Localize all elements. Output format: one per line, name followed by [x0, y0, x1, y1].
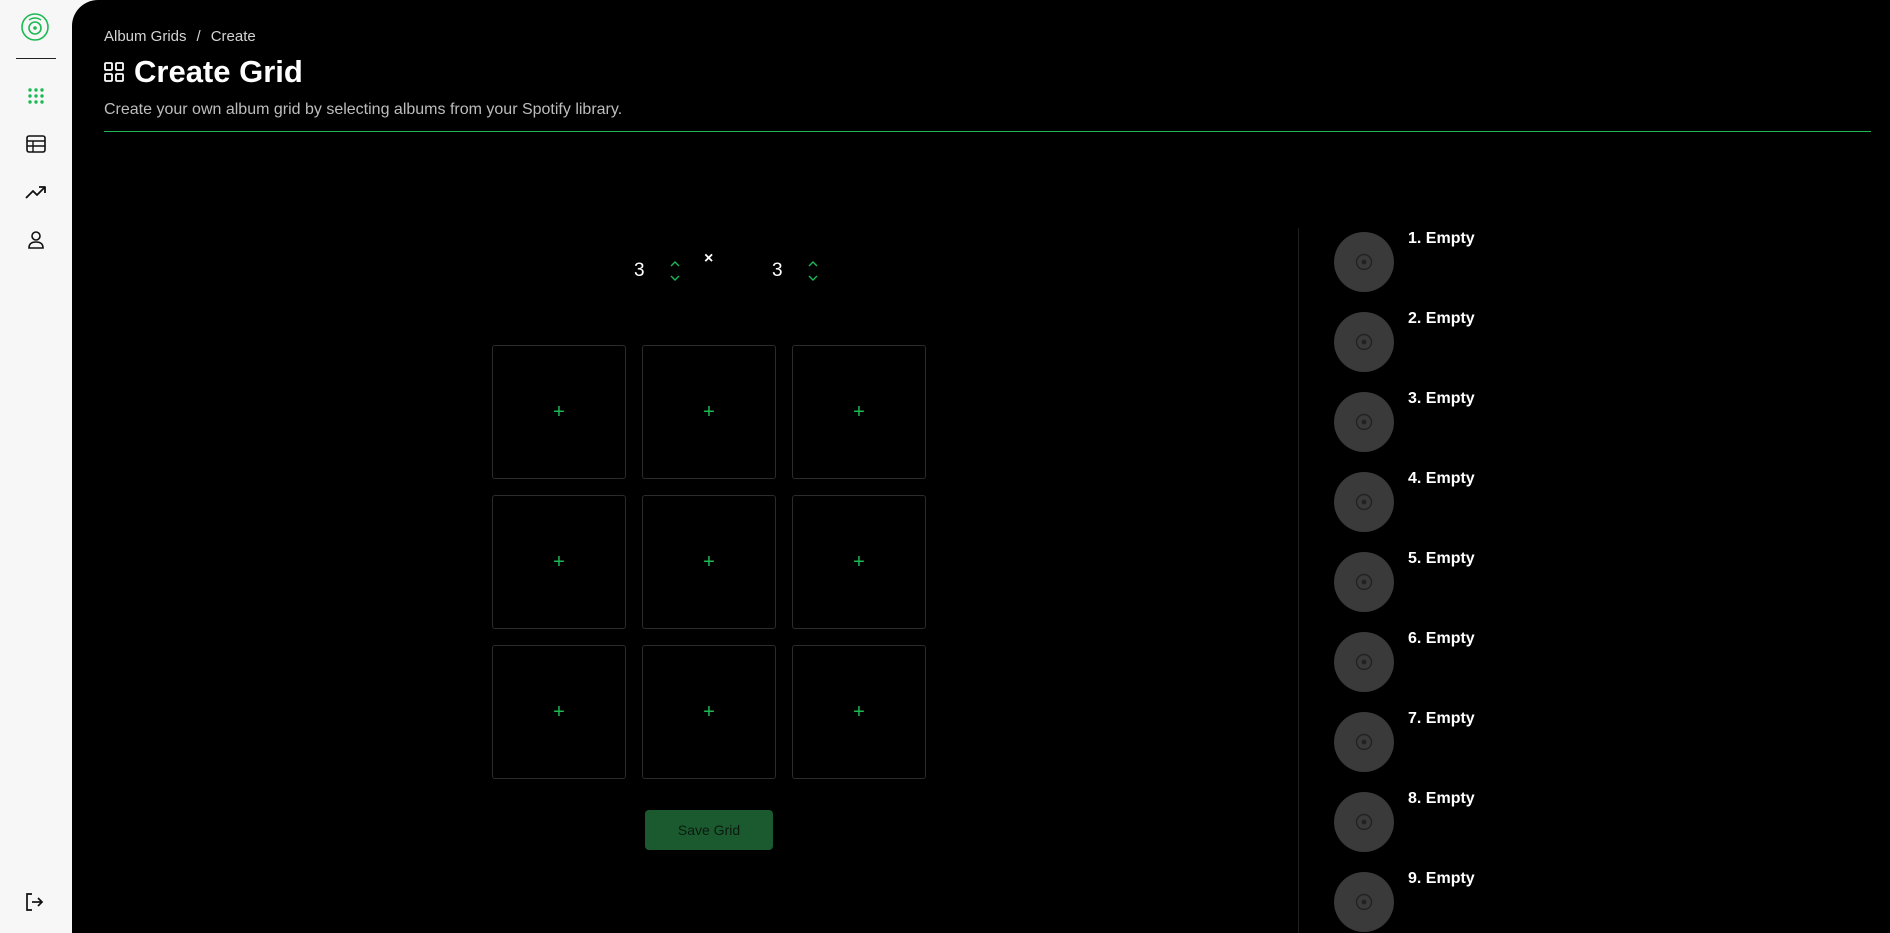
- disc-icon: [1334, 792, 1394, 852]
- main-panel: Album Grids / Create Create Grid Create …: [72, 0, 1890, 933]
- add-album-icon: +: [853, 401, 865, 423]
- breadcrumb-album-grids[interactable]: Album Grids: [104, 28, 187, 45]
- page-subtitle: Create your own album grid by selecting …: [104, 101, 623, 118]
- list-item[interactable]: 2. Empty: [1334, 310, 1654, 372]
- list-item[interactable]: 4. Empty: [1334, 470, 1654, 532]
- breadcrumb-current: Create: [210, 28, 256, 45]
- rows-increment-icon[interactable]: [668, 257, 682, 271]
- column-divider: [1298, 228, 1299, 933]
- save-grid-button[interactable]: Save Grid: [645, 810, 773, 850]
- grid-cell[interactable]: +: [642, 645, 776, 779]
- columns-control: 3: [772, 248, 820, 294]
- disc-icon: [1334, 552, 1394, 612]
- album-grid: + + + + + + + + +: [492, 345, 926, 779]
- disc-icon: [1334, 712, 1394, 772]
- list-item-label: 1. Empty: [1408, 230, 1475, 247]
- sidebar: [0, 0, 72, 933]
- add-album-icon: +: [853, 551, 865, 573]
- rows-decrement-icon[interactable]: [668, 271, 682, 285]
- list-item-label: 2. Empty: [1408, 310, 1475, 327]
- add-album-icon: +: [553, 701, 565, 723]
- list-item[interactable]: 1. Empty: [1334, 230, 1654, 292]
- columns-decrement-icon[interactable]: [806, 271, 820, 285]
- disc-icon: [1334, 632, 1394, 692]
- grid-cell[interactable]: +: [642, 345, 776, 479]
- trending-icon[interactable]: [24, 180, 48, 204]
- list-item-label: 9. Empty: [1408, 870, 1475, 887]
- rows-control: 3: [634, 248, 682, 294]
- table-icon[interactable]: [24, 132, 48, 156]
- grid-cell[interactable]: +: [492, 645, 626, 779]
- grid-cell[interactable]: +: [792, 495, 926, 629]
- list-item-label: 7. Empty: [1408, 710, 1475, 727]
- grid-cell[interactable]: +: [492, 495, 626, 629]
- disc-icon: [1334, 472, 1394, 532]
- add-album-icon: +: [703, 701, 715, 723]
- list-item[interactable]: 5. Empty: [1334, 550, 1654, 612]
- disc-icon: [1334, 392, 1394, 452]
- list-item[interactable]: 9. Empty: [1334, 870, 1654, 932]
- rows-value[interactable]: 3: [634, 260, 660, 282]
- rows-spinner: [668, 257, 682, 285]
- logo-icon[interactable]: [20, 12, 50, 42]
- sidebar-divider: [16, 58, 56, 59]
- list-item[interactable]: 7. Empty: [1334, 710, 1654, 772]
- list-item-label: 6. Empty: [1408, 630, 1475, 647]
- disc-icon: [1334, 312, 1394, 372]
- dimension-times-symbol: ×: [704, 250, 714, 267]
- columns-value[interactable]: 3: [772, 260, 798, 282]
- list-item-label: 3. Empty: [1408, 390, 1475, 407]
- user-icon[interactable]: [24, 228, 48, 252]
- disc-icon: [1334, 232, 1394, 292]
- columns-spinner: [806, 257, 820, 285]
- title-row: Create Grid: [104, 54, 303, 90]
- grid-cell[interactable]: +: [792, 645, 926, 779]
- add-album-icon: +: [553, 401, 565, 423]
- grid-cell[interactable]: +: [792, 345, 926, 479]
- grid-icon[interactable]: [24, 84, 48, 108]
- list-item-label: 8. Empty: [1408, 790, 1475, 807]
- list-item[interactable]: 3. Empty: [1334, 390, 1654, 452]
- grid-cell[interactable]: +: [642, 495, 776, 629]
- add-album-icon: +: [703, 401, 715, 423]
- add-album-icon: +: [553, 551, 565, 573]
- add-album-icon: +: [703, 551, 715, 573]
- disc-icon: [1334, 872, 1394, 932]
- page-title: Create Grid: [134, 54, 303, 89]
- list-item[interactable]: 6. Empty: [1334, 630, 1654, 692]
- add-album-icon: +: [853, 701, 865, 723]
- logout-icon[interactable]: [24, 892, 48, 916]
- list-item[interactable]: 8. Empty: [1334, 790, 1654, 852]
- breadcrumb-separator: /: [196, 28, 201, 45]
- header-divider: [104, 131, 1871, 132]
- list-item-label: 4. Empty: [1408, 470, 1475, 487]
- columns-increment-icon[interactable]: [806, 257, 820, 271]
- grid-layout-icon: [104, 62, 124, 82]
- breadcrumb: Album Grids / Create: [104, 28, 256, 45]
- grid-cell[interactable]: +: [492, 345, 626, 479]
- list-item-label: 5. Empty: [1408, 550, 1475, 567]
